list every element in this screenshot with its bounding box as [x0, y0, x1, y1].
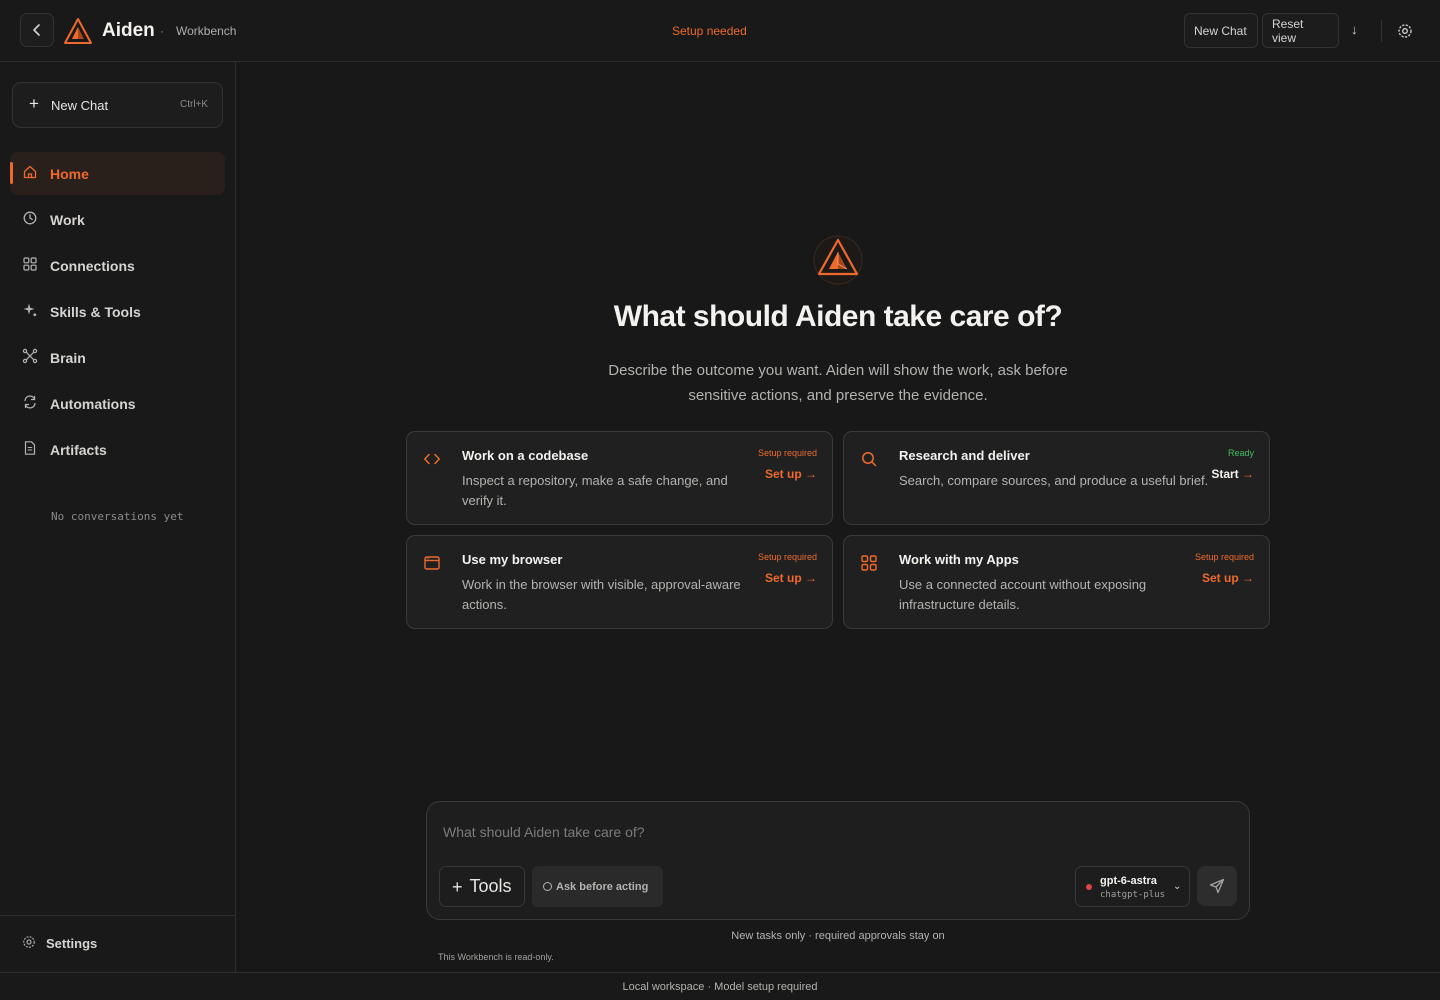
arrow-right-icon: →: [805, 571, 817, 585]
model-plan: chatgpt-plus: [1100, 890, 1166, 900]
grid-icon: [23, 257, 37, 271]
composer-note: New tasks only · required approvals stay…: [731, 930, 945, 942]
card-work-with-apps[interactable]: Work with my Apps Use a connected accoun…: [843, 535, 1270, 629]
back-button[interactable]: [20, 13, 54, 47]
card-action[interactable]: Set up →: [765, 571, 817, 585]
sidebar-item-brain[interactable]: Brain: [10, 336, 225, 379]
sidebar-item-label: Home: [50, 166, 89, 182]
card-work-on-codebase[interactable]: Work on a codebase Inspect a repository,…: [406, 431, 833, 525]
app-name: Aiden: [102, 20, 155, 41]
sidebar-item-connections[interactable]: Connections: [10, 244, 225, 287]
sidebar-item-artifacts[interactable]: Artifacts: [10, 428, 225, 471]
card-action[interactable]: Set up →: [1202, 571, 1254, 585]
card-use-my-browser[interactable]: Use my browser Work in the browser with …: [406, 535, 833, 629]
brand-separator: ·: [160, 24, 164, 38]
card-description: Inspect a repository, make a safe change…: [462, 473, 728, 508]
ask-before-acting-label: Ask before acting: [556, 880, 649, 893]
card-action-label: Start: [1211, 467, 1239, 481]
new-chat-shortcut: Ctrl+K: [180, 99, 209, 110]
page-subtitle: Describe the outcome you want. Aiden wil…: [588, 358, 1088, 408]
card-title: Work on a codebase: [462, 448, 589, 463]
subtitle-line: sensitive actions, and preserve the evid…: [688, 387, 988, 404]
settings-label: Settings: [46, 936, 98, 951]
divider: [0, 915, 235, 916]
card-title: Use my browser: [462, 552, 563, 567]
empty-conversations: No conversations yet: [51, 510, 184, 523]
gear-icon: [23, 936, 35, 948]
status-footer: Local workspace · Model setup required: [0, 972, 1440, 1000]
card-description: Search, compare sources, and produce a u…: [899, 473, 1209, 488]
aiden-logo-icon: [64, 18, 92, 44]
plus-icon: +: [29, 94, 39, 113]
card-status: Setup required: [757, 448, 817, 458]
card-status: Setup required: [1194, 552, 1254, 562]
card-action-label: Set up: [764, 467, 802, 481]
apps-grid-icon: [861, 555, 877, 571]
arrow-right-icon: →: [1242, 571, 1254, 585]
radio-circle-icon: [543, 882, 552, 891]
chevron-down-icon: ⌄: [1173, 881, 1182, 892]
tools-label: Tools: [469, 876, 512, 896]
readonly-note: This Workbench is read-only.: [438, 952, 554, 962]
model-selector[interactable]: gpt-6-astra chatgpt-plus ⌄: [1075, 866, 1190, 907]
card-title: Work with my Apps: [899, 552, 1019, 567]
chevron-left-icon: [33, 24, 40, 36]
card-research-and-deliver[interactable]: Research and deliver Search, compare sou…: [843, 431, 1270, 525]
model-name: gpt-6-astra: [1100, 875, 1157, 887]
divider: [1381, 20, 1382, 42]
top-bar: Aiden · Workbench Setup needed New Chat …: [0, 0, 1440, 62]
composer: + Tools Ask before acting gpt-6-astra ch…: [426, 801, 1250, 920]
card-status: Ready: [1227, 448, 1254, 458]
sidebar-item-skills-tools[interactable]: Skills & Tools: [10, 290, 225, 333]
send-button[interactable]: [1197, 866, 1237, 906]
download-icon[interactable]: ↓: [1351, 22, 1358, 37]
document-icon: [24, 441, 36, 455]
search-icon: [862, 452, 877, 467]
section-name: Workbench: [176, 24, 237, 38]
network-icon: [22, 348, 38, 364]
sidebar-item-home[interactable]: Home: [10, 152, 225, 195]
ask-before-acting-toggle[interactable]: Ask before acting: [532, 866, 663, 907]
browser-window-icon: [424, 556, 440, 570]
card-description: Use a connected account without exposing…: [899, 577, 1147, 612]
new-chat-label: New Chat: [51, 98, 109, 113]
sidebar-item-automations[interactable]: Automations: [10, 382, 225, 425]
card-title: Research and deliver: [899, 448, 1030, 463]
card-action[interactable]: Start →: [1211, 467, 1254, 481]
prompt-input[interactable]: [443, 822, 1223, 842]
sidebar-item-label: Artifacts: [50, 442, 107, 458]
code-icon: [424, 453, 440, 465]
sidebar-item-label: Skills & Tools: [50, 304, 141, 320]
sidebar-item-label: Work: [50, 212, 85, 228]
sidebar-item-work[interactable]: Work: [10, 198, 225, 241]
reset-view-button[interactable]: Reset view: [1262, 13, 1339, 48]
card-status: Setup required: [757, 552, 817, 562]
sidebar-item-label: Automations: [50, 396, 136, 412]
model-status-dot: [1086, 884, 1092, 890]
send-icon: [1209, 878, 1225, 894]
active-indicator: [10, 162, 13, 184]
gear-icon[interactable]: [1397, 23, 1413, 39]
clock-icon: [23, 211, 37, 225]
setup-status[interactable]: Setup needed: [672, 24, 747, 38]
tools-button[interactable]: + Tools: [439, 866, 525, 907]
card-action-label: Set up: [1201, 571, 1239, 585]
home-icon: [23, 165, 37, 179]
card-description: Work in the browser with visible, approv…: [462, 577, 741, 612]
sidebar-item-label: Connections: [50, 258, 135, 274]
card-action-label: Set up: [764, 571, 802, 585]
arrow-right-icon: →: [805, 467, 817, 481]
aiden-logo-icon: [813, 235, 863, 285]
sidebar: + New Chat Ctrl+K Home Work Connections …: [0, 62, 236, 972]
sidebar-item-label: Brain: [50, 350, 86, 366]
sidebar-new-chat-button[interactable]: + New Chat Ctrl+K: [12, 82, 223, 128]
new-chat-button[interactable]: New Chat: [1184, 13, 1258, 48]
arrow-right-icon: →: [1242, 467, 1254, 481]
card-action[interactable]: Set up →: [765, 467, 817, 481]
subtitle-line: Describe the outcome you want. Aiden wil…: [608, 362, 1068, 379]
plus-icon: +: [452, 876, 463, 897]
page-title: What should Aiden take care of?: [613, 300, 1063, 333]
sparkles-icon: [23, 303, 37, 317]
refresh-icon: [24, 395, 36, 409]
